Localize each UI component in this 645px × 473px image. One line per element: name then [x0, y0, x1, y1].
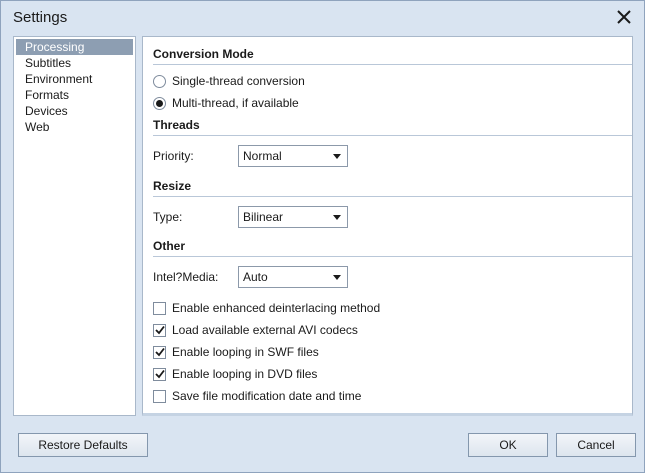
- title-bar[interactable]: Settings: [1, 1, 644, 34]
- resize-heading: Resize: [153, 179, 632, 197]
- resize-type-dropdown[interactable]: Bilinear: [238, 206, 348, 228]
- save-modification-date-option[interactable]: Save file modification date and time: [153, 387, 361, 405]
- media-row: Intel?Media: Auto: [153, 266, 348, 288]
- radio-selected-dot: [156, 99, 163, 107]
- close-button[interactable]: [612, 6, 636, 28]
- resize-type-label: Type:: [153, 210, 183, 224]
- swf-looping-checkbox[interactable]: [153, 345, 166, 359]
- multi-thread-radio[interactable]: [153, 96, 166, 110]
- multi-thread-label: Multi-thread, if available: [172, 96, 299, 110]
- sidebar-item-subtitles[interactable]: Subtitles: [16, 55, 133, 71]
- dvd-looping-option[interactable]: Enable looping in DVD files: [153, 365, 317, 383]
- single-thread-radio[interactable]: [153, 74, 166, 88]
- dvd-looping-label: Enable looping in DVD files: [172, 367, 318, 381]
- deinterlacing-checkbox[interactable]: [153, 301, 166, 315]
- checkmark-icon: [154, 325, 165, 335]
- avi-codecs-option[interactable]: Load available external AVI codecs: [153, 321, 358, 339]
- resize-type-row: Type: Bilinear: [153, 206, 348, 228]
- sidebar-item-processing[interactable]: Processing: [16, 39, 133, 55]
- checkmark-icon: [154, 347, 165, 357]
- chevron-down-icon: [333, 214, 341, 220]
- sidebar-item-devices[interactable]: Devices: [16, 103, 133, 119]
- priority-label: Priority:: [153, 149, 194, 163]
- sidebar-item-formats[interactable]: Formats: [16, 87, 133, 103]
- media-label: Intel?Media:: [153, 270, 219, 284]
- resize-type-value: Bilinear: [243, 210, 284, 224]
- cancel-button[interactable]: Cancel: [556, 433, 636, 457]
- restore-defaults-button[interactable]: Restore Defaults: [18, 433, 148, 457]
- chevron-down-icon: [333, 153, 341, 159]
- single-thread-option[interactable]: Single-thread conversion: [153, 72, 305, 90]
- swf-looping-option[interactable]: Enable looping in SWF files: [153, 343, 319, 361]
- window-title: Settings: [13, 9, 68, 26]
- ok-button[interactable]: OK: [468, 433, 548, 457]
- avi-codecs-checkbox[interactable]: [153, 323, 166, 337]
- priority-dropdown[interactable]: Normal: [238, 145, 348, 167]
- processing-settings-panel: Conversion Mode Single-thread conversion…: [142, 36, 633, 416]
- multi-thread-option[interactable]: Multi-thread, if available: [153, 94, 299, 112]
- conversion-mode-heading: Conversion Mode: [153, 47, 632, 65]
- avi-codecs-label: Load available external AVI codecs: [172, 323, 358, 337]
- save-modification-date-checkbox[interactable]: [153, 389, 166, 403]
- deinterlacing-option[interactable]: Enable enhanced deinterlacing method: [153, 299, 380, 317]
- save-modification-date-label: Save file modification date and time: [172, 389, 362, 403]
- deinterlacing-label: Enable enhanced deinterlacing method: [172, 301, 381, 315]
- sidebar-item-environment[interactable]: Environment: [16, 71, 133, 87]
- settings-category-list: Processing Subtitles Environment Formats…: [13, 36, 136, 416]
- other-heading: Other: [153, 239, 632, 257]
- single-thread-label: Single-thread conversion: [172, 74, 305, 88]
- threads-heading: Threads: [153, 118, 632, 136]
- sidebar-item-web[interactable]: Web: [16, 119, 133, 135]
- chevron-down-icon: [333, 274, 341, 280]
- settings-window: Settings Processing Subtitles Environmen…: [0, 0, 645, 473]
- priority-row: Priority: Normal: [153, 145, 348, 167]
- checkmark-icon: [154, 369, 165, 379]
- priority-value: Normal: [243, 149, 282, 163]
- dvd-looping-checkbox[interactable]: [153, 367, 166, 381]
- media-value: Auto: [243, 270, 268, 284]
- media-dropdown[interactable]: Auto: [238, 266, 348, 288]
- swf-looping-label: Enable looping in SWF files: [172, 345, 319, 359]
- close-icon: [617, 10, 631, 24]
